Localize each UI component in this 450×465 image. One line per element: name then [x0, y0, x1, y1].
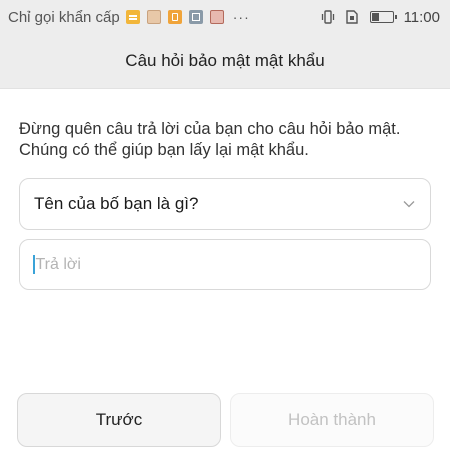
finish-button[interactable]: Hoàn thành	[230, 393, 434, 447]
avatar-thumbnail-icon	[146, 10, 161, 24]
vibrate-icon	[321, 10, 334, 24]
status-left: Chỉ gọi khẩn cấp ···	[8, 0, 250, 34]
text-cursor	[33, 255, 35, 274]
instruction-line-1: Đừng quên câu trả lời của bạn cho câu hỏ…	[19, 120, 401, 138]
clipboard-icon	[167, 10, 182, 24]
carrier-text: Chỉ gọi khẩn cấp	[8, 8, 120, 26]
previous-button[interactable]: Trước	[17, 393, 221, 447]
no-sim-icon	[345, 10, 358, 24]
selected-question: Tên của bố bạn là gì?	[34, 194, 199, 213]
message-icon	[125, 10, 140, 24]
page-title: Câu hỏi bảo mật mật khẩu	[125, 51, 325, 70]
status-bar: Chỉ gọi khẩn cấp ··· 11:00	[0, 0, 450, 34]
instruction-line-2: Chúng có thể giúp bạn lấy lại mật khẩu.	[19, 141, 309, 159]
more-notifications-icon: ···	[232, 9, 250, 25]
instruction-text: Đừng quên câu trả lời của bạn cho câu hỏ…	[19, 119, 434, 161]
clock: 11:00	[403, 8, 440, 26]
security-question-select[interactable]: Tên của bố bạn là gì?	[19, 178, 431, 230]
chevron-down-icon	[403, 201, 415, 208]
answer-placeholder: Trả lời	[35, 255, 81, 273]
gallery-icon	[188, 10, 203, 24]
battery-level	[371, 13, 379, 21]
battery-icon	[369, 11, 397, 23]
answer-input[interactable]: Trả lời	[19, 239, 431, 290]
status-right: 11:00	[320, 0, 440, 34]
avatar-thumbnail-icon	[209, 10, 224, 24]
page-header: Câu hỏi bảo mật mật khẩu	[0, 34, 450, 89]
